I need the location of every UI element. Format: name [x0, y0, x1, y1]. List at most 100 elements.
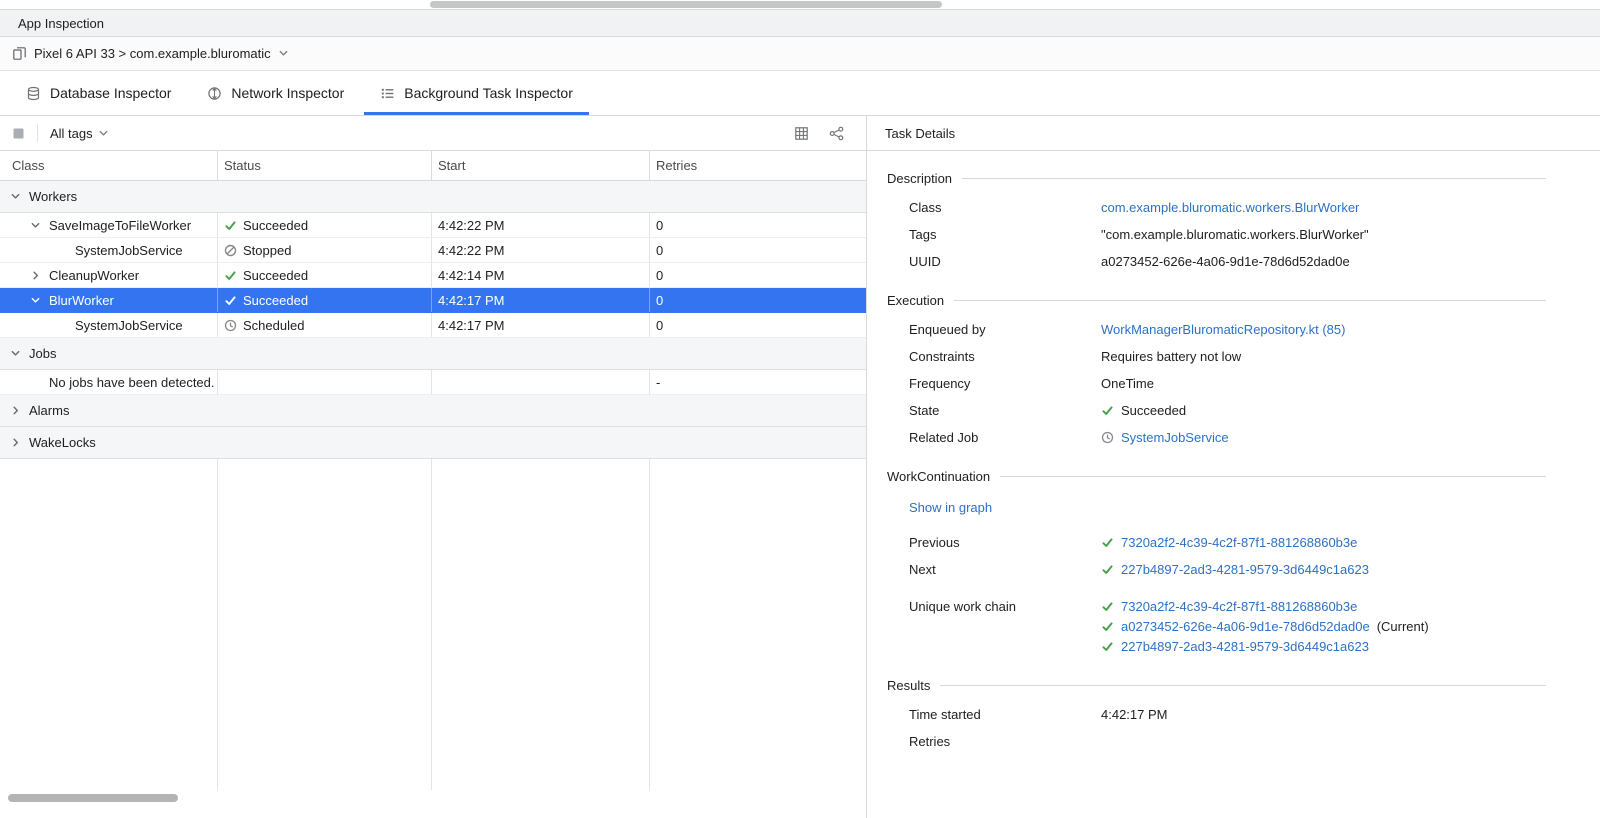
class-name: SaveImageToFileWorker — [49, 218, 191, 233]
detail-value: SystemJobService — [1101, 428, 1546, 447]
detail-label: Previous — [909, 533, 1101, 552]
detail-row-previous: Previous 7320a2f2-4c39-4c2f-87f1-88126886… — [887, 533, 1546, 552]
detail-link[interactable]: 7320a2f2-4c39-4c2f-87f1-881268860b3e — [1121, 533, 1357, 552]
cell-start: 4:42:22 PM — [432, 238, 650, 262]
cell-retries: 0 — [650, 213, 866, 237]
start-time: 4:42:22 PM — [438, 243, 505, 258]
detail-row-related-job: Related JobSystemJobService — [887, 428, 1546, 447]
class-name: SystemJobService — [75, 243, 183, 258]
table-view-icon[interactable] — [794, 126, 809, 141]
detail-label: State — [909, 401, 1101, 420]
group-row-jobs[interactable]: Jobs — [0, 338, 866, 370]
column-header-class[interactable]: Class — [0, 151, 218, 180]
detail-value: 7320a2f2-4c39-4c2f-87f1-881268860b3ea027… — [1101, 597, 1546, 656]
group-row-wakelocks[interactable]: WakeLocks — [0, 427, 866, 459]
detail-row-time-started: Time started4:42:17 PM — [887, 705, 1546, 724]
cell-status: Scheduled — [218, 313, 432, 337]
app-inspection-window: App Inspection Pixel 6 API 33 > com.exam… — [0, 0, 1600, 818]
cell-class: CleanupWorker — [0, 263, 218, 287]
detail-label: Tags — [909, 225, 1101, 244]
detail-row-constraints: ConstraintsRequires battery not low — [887, 347, 1546, 366]
column-header-start[interactable]: Start — [432, 151, 650, 180]
detail-label: UUID — [909, 252, 1101, 271]
detail-text: OneTime — [1101, 374, 1154, 393]
table-row-saveimagetofileworker[interactable]: SaveImageToFileWorkerSucceeded4:42:22 PM… — [0, 213, 866, 238]
group-row-alarms[interactable]: Alarms — [0, 395, 866, 427]
device-process-selector[interactable]: Pixel 6 API 33 > com.example.bluromatic — [0, 37, 1600, 71]
show-in-graph-link[interactable]: Show in graph — [909, 500, 992, 515]
detail-row-uuid: UUIDa0273452-626e-4a06-9d1e-78d6d52dad0e — [887, 252, 1546, 271]
cell-class: SystemJobService — [0, 238, 218, 262]
detail-value: a0273452-626e-4a06-9d1e-78d6d52dad0e — [1101, 252, 1546, 271]
device-icon — [12, 46, 27, 61]
toolbar-separator — [37, 124, 38, 142]
check-icon — [1101, 563, 1114, 576]
detail-label: Unique work chain — [909, 597, 1101, 616]
cell-class: No jobs have been detected. — [0, 370, 218, 394]
inspector-tabs: Database InspectorNetwork Inspector Backg… — [0, 71, 1600, 116]
chevron-down-icon — [278, 48, 289, 59]
detail-link[interactable]: SystemJobService — [1121, 428, 1229, 447]
class-name: No jobs have been detected. — [49, 375, 215, 390]
chevron-right-icon — [10, 405, 21, 416]
table-row-blurworker[interactable]: BlurWorkerSucceeded4:42:17 PM0 — [0, 288, 866, 313]
detail-row-next: Next227b4897-2ad3-4281-9579-3d6449c1a623 — [887, 560, 1546, 579]
table-row-systemjobservice[interactable]: SystemJobServiceScheduled4:42:17 PM0 — [0, 313, 866, 338]
chevron-down-icon — [10, 191, 21, 202]
detail-link[interactable]: WorkManagerBluromaticRepository.kt (85) — [1101, 320, 1345, 339]
retries-count: - — [656, 375, 660, 390]
tab-label: Background Task Inspector — [404, 85, 573, 101]
cell-start: 4:42:17 PM — [432, 313, 650, 337]
group-row-workers[interactable]: Workers — [0, 181, 866, 213]
detail-row-frequency: FrequencyOneTime — [887, 374, 1546, 393]
class-name: CleanupWorker — [49, 268, 139, 283]
column-header-status[interactable]: Status — [218, 151, 432, 180]
cell-status: Succeeded — [218, 213, 432, 237]
tab-database-inspector[interactable]: Database Inspector — [8, 71, 189, 115]
status-text: Stopped — [243, 243, 291, 258]
detail-text: Succeeded — [1121, 401, 1186, 420]
table-header: Class Status Start Retries — [0, 151, 866, 181]
horizontal-scrollbar-track — [0, 794, 866, 802]
horizontal-scrollbar-thumb[interactable] — [8, 794, 178, 802]
table-row-systemjobservice[interactable]: SystemJobServiceStopped4:42:22 PM0 — [0, 238, 866, 263]
cell-start: 4:42:17 PM — [432, 288, 650, 312]
detail-row-class: Classcom.example.bluromatic.workers.Blur… — [887, 198, 1546, 217]
task-table-body: Workers SaveImageToFileWorker Succeeded 4:4… — [0, 181, 866, 790]
column-header-retries[interactable]: Retries — [650, 151, 866, 180]
detail-text: "com.example.bluromatic.workers.BlurWork… — [1101, 225, 1369, 244]
detail-link[interactable]: 227b4897-2ad3-4281-9579-3d6449c1a623 — [1121, 637, 1369, 656]
detail-label: Constraints — [909, 347, 1101, 366]
database-icon — [26, 86, 41, 101]
detail-label: Frequency — [909, 374, 1101, 393]
section-title-text: WorkContinuation — [887, 469, 990, 484]
cell-class: SystemJobService — [0, 313, 218, 337]
table-row-no-jobs-have-been-detected[interactable]: No jobs have been detected. - — [0, 370, 866, 395]
detail-value: 7320a2f2-4c39-4c2f-87f1-881268860b3e — [1101, 533, 1546, 552]
tags-filter-dropdown[interactable]: All tags — [50, 126, 109, 141]
detail-link[interactable]: 7320a2f2-4c39-4c2f-87f1-881268860b3e — [1121, 597, 1357, 616]
stop-inspector-icon[interactable] — [12, 127, 25, 140]
check-icon — [1101, 404, 1114, 417]
table-row-cleanupworker[interactable]: CleanupWorkerSucceeded4:42:14 PM0 — [0, 263, 866, 288]
graph-view-icon[interactable] — [829, 126, 844, 141]
start-time: 4:42:14 PM — [438, 268, 505, 283]
detail-value: Requires battery not low — [1101, 347, 1546, 366]
check-icon — [1101, 620, 1114, 633]
chevron-down-icon — [10, 348, 21, 359]
detail-link[interactable]: a0273452-626e-4a06-9d1e-78d6d52dad0e — [1121, 617, 1370, 636]
cell-class: BlurWorker — [0, 288, 218, 312]
cell-retries: - — [650, 370, 866, 394]
top-scrollbar-thumb[interactable] — [430, 1, 942, 8]
status-text: Succeeded — [243, 268, 308, 283]
detail-label: Class — [909, 198, 1101, 217]
detail-link[interactable]: com.example.bluromatic.workers.BlurWorke… — [1101, 198, 1359, 217]
detail-link[interactable]: 227b4897-2ad3-4281-9579-3d6449c1a623 — [1121, 560, 1369, 579]
tab-background-task-inspector[interactable]: Background Task Inspector — [362, 71, 591, 115]
tab-network-inspector[interactable]: Network Inspector — [189, 71, 362, 115]
check-icon — [1101, 600, 1114, 613]
device-process-label: Pixel 6 API 33 > com.example.bluromatic — [34, 46, 271, 61]
section-title-workcontinuation: WorkContinuation — [887, 469, 1546, 484]
detail-text: a0273452-626e-4a06-9d1e-78d6d52dad0e — [1101, 252, 1350, 271]
table-empty-area — [0, 459, 866, 790]
